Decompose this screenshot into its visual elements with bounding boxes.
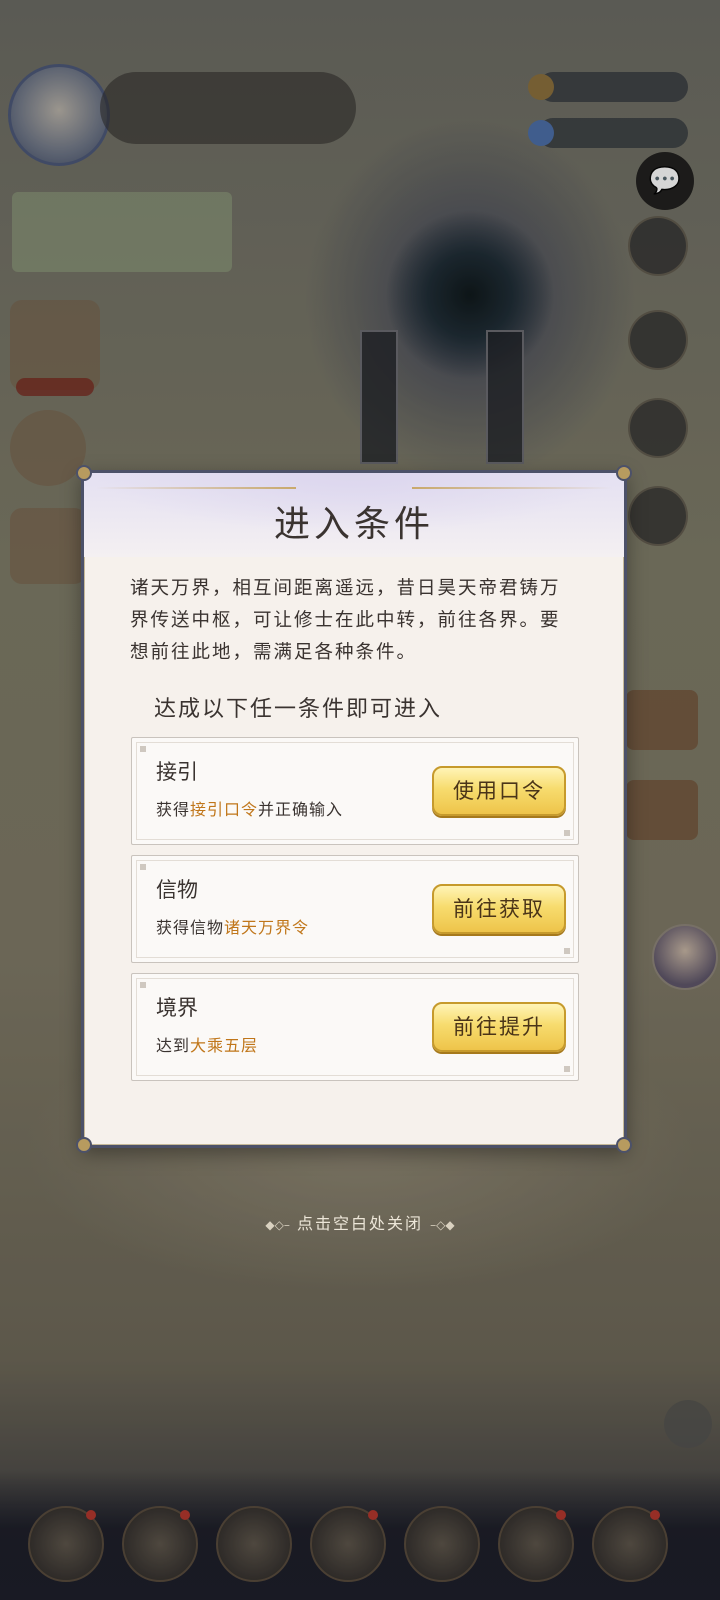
corner-ornament [76, 465, 92, 481]
entry-conditions-dialog: 进入条件 诸天万界，相互间距离遥远，昔日昊天帝君铸万界传送中枢，可让修士在此中转… [76, 465, 632, 1153]
dialog-description: 诸天万界，相互间距离遥远，昔日昊天帝君铸万界传送中枢，可让修士在此中转，前往各界… [130, 578, 561, 663]
condition-description: 达到大乘五层 [156, 1032, 258, 1056]
corner-ornament [616, 1137, 632, 1153]
corner-ornament [76, 1137, 92, 1153]
ornament-right-icon: –◇◆ [430, 1218, 455, 1232]
condition-desc-prefix: 达到 [156, 1036, 191, 1055]
card-corner [564, 948, 570, 954]
condition-card-realm: 境界 达到大乘五层 前往提升 [131, 973, 579, 1081]
condition-desc-highlight: 接引口令 [190, 800, 259, 819]
condition-card-invite: 接引 获得接引口令并正确输入 使用口令 [131, 737, 579, 845]
dialog-title: 进入条件 [273, 504, 434, 545]
condition-desc-prefix: 获得 [156, 800, 191, 819]
go-upgrade-button[interactable]: 前往提升 [432, 1002, 566, 1052]
card-corner [140, 864, 146, 870]
condition-description: 获得接引口令并正确输入 [156, 796, 343, 820]
condition-title: 境界 [156, 996, 198, 1020]
corner-ornament [616, 465, 632, 481]
close-hint[interactable]: ◆◇– 点击空白处关闭 –◇◆ [0, 1210, 720, 1234]
conditions-heading: 达成以下任一条件即可进入 [154, 697, 443, 722]
ornament-left-icon: ◆◇– [265, 1218, 290, 1232]
card-corner [564, 1066, 570, 1072]
condition-description: 获得信物诸天万界令 [156, 914, 309, 938]
use-password-button[interactable]: 使用口令 [432, 766, 566, 816]
condition-desc-suffix: 并正确输入 [258, 800, 344, 819]
condition-desc-highlight: 诸天万界令 [224, 918, 310, 937]
condition-desc-prefix: 获得信物 [156, 918, 225, 937]
condition-desc-highlight: 大乘五层 [190, 1036, 259, 1055]
condition-title: 接引 [156, 760, 198, 784]
condition-title: 信物 [156, 878, 198, 902]
go-obtain-button[interactable]: 前往获取 [432, 884, 566, 934]
card-corner [140, 746, 146, 752]
card-corner [564, 830, 570, 836]
card-corner [140, 982, 146, 988]
condition-card-token: 信物 获得信物诸天万界令 前往获取 [131, 855, 579, 963]
close-hint-text: 点击空白处关闭 [296, 1214, 423, 1233]
